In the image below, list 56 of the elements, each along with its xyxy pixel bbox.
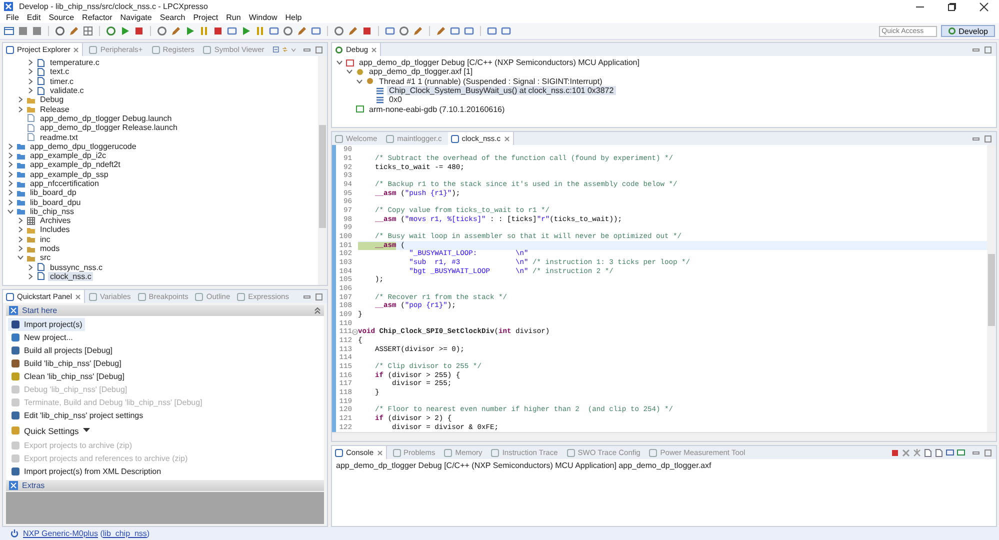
tree-item[interactable]: Debug xyxy=(38,95,66,104)
menu-item[interactable]: Refactor xyxy=(78,13,116,22)
quickstart-item[interactable]: Quick Settings xyxy=(8,422,93,439)
tree-item[interactable]: bussync_nss.c xyxy=(48,262,104,272)
tree-item[interactable]: app_demo_dp_tlogger Release.launch xyxy=(38,123,180,132)
tree-item[interactable]: app_example_dp_i2c xyxy=(28,151,108,160)
section-header[interactable]: Extras xyxy=(6,480,324,491)
tree-item[interactable]: app_demo_dp_tlogger Debug.launch xyxy=(38,114,174,123)
tree-item[interactable]: clock_nss.c xyxy=(48,272,94,281)
tree-item[interactable]: app_demo_dp_tlogger Debug [C/C++ (NXP Semiconductors) MCU Application] xyxy=(357,58,642,68)
tree-item[interactable]: lib_board_dp xyxy=(28,188,78,198)
tree-item[interactable]: 0x0 xyxy=(387,95,404,104)
tree-item[interactable]: mods xyxy=(38,244,62,254)
quickstart-item[interactable]: Import project(s) xyxy=(8,318,86,331)
tree-item[interactable]: Release xyxy=(38,104,72,114)
tree-item[interactable]: readme.txt xyxy=(38,132,80,142)
quickstart-item[interactable]: Edit 'lib_chip_nss' project settings xyxy=(8,409,146,422)
quickstart-item[interactable]: Build 'lib_chip_nss' [Debug] xyxy=(8,357,124,370)
perspective-button[interactable]: Develop xyxy=(940,25,995,37)
quickstart-item[interactable]: Build all projects [Debug] xyxy=(8,344,116,357)
tree-item[interactable]: Archives xyxy=(38,216,73,226)
tree-item[interactable]: temperature.c xyxy=(48,58,102,68)
tree-item[interactable]: src xyxy=(38,253,53,262)
menu-item[interactable]: Project xyxy=(189,13,222,22)
quickstart-item[interactable]: Clean 'lib_chip_nss' [Debug] xyxy=(8,370,128,383)
menu-item[interactable]: Source xyxy=(44,13,78,22)
tree-item[interactable]: lib_board_dpu xyxy=(28,198,83,207)
menu-item[interactable]: Search xyxy=(156,13,190,22)
tree-item[interactable]: app_nfccertification xyxy=(28,179,101,188)
menu-item[interactable]: Window xyxy=(244,13,282,22)
link[interactable]: lib_chip_nss xyxy=(102,529,147,538)
tree-item[interactable]: validate.c xyxy=(48,86,86,96)
status-text: NXP Generic-M0plus (lib_chip_nss) xyxy=(23,529,150,538)
tree-item[interactable]: app_demo_dp_tlogger.axf [1] xyxy=(367,67,475,76)
tree-item[interactable]: lib_chip_nss xyxy=(28,206,76,216)
tree-item[interactable]: timer.c xyxy=(48,76,76,86)
tree-item[interactable]: app_example_dp_ndeft2t xyxy=(28,160,122,170)
tree-item[interactable]: app_example_dp_ssp xyxy=(28,170,110,179)
menu-item[interactable]: Help xyxy=(281,13,306,22)
link[interactable]: NXP Generic-M0plus xyxy=(23,529,98,538)
menu-item[interactable]: Run xyxy=(222,13,245,22)
menu-item[interactable]: Edit xyxy=(22,13,45,22)
tree-item[interactable]: inc xyxy=(38,234,52,244)
tree-item[interactable]: Includes xyxy=(38,225,72,234)
quickstart-item[interactable]: Import project(s) from XML Description xyxy=(8,465,164,478)
menu-item[interactable]: File xyxy=(2,13,23,22)
window-title: Develop - lib_chip_nss/src/clock_nss.c - LPCXpresso xyxy=(19,2,208,11)
menu-item[interactable]: Navigate xyxy=(116,13,156,22)
tree-item[interactable]: Thread #1 1 (runnable) (Suspended : Signal : SIGINT:Interrupt) xyxy=(377,76,604,86)
console-text: app_demo_dp_tlogger Debug [C/C++ (NXP Semiconductors) MCU Application] app_demo_dp_tlogger.axf xyxy=(336,461,712,470)
section-header[interactable]: Start here xyxy=(6,305,324,316)
tree-item[interactable]: Chip_Clock_System_BusyWait_us() at clock_nss.c:101 0x3872 xyxy=(387,86,616,96)
quickstart-item[interactable]: New project... xyxy=(8,331,76,344)
tree-item[interactable]: app_demo_dpu_tloggerucode xyxy=(28,142,138,151)
tree-item[interactable]: text.c xyxy=(48,67,72,76)
tree-item[interactable]: arm-none-eabi-gdb (7.10.1.20160616) xyxy=(367,104,507,114)
